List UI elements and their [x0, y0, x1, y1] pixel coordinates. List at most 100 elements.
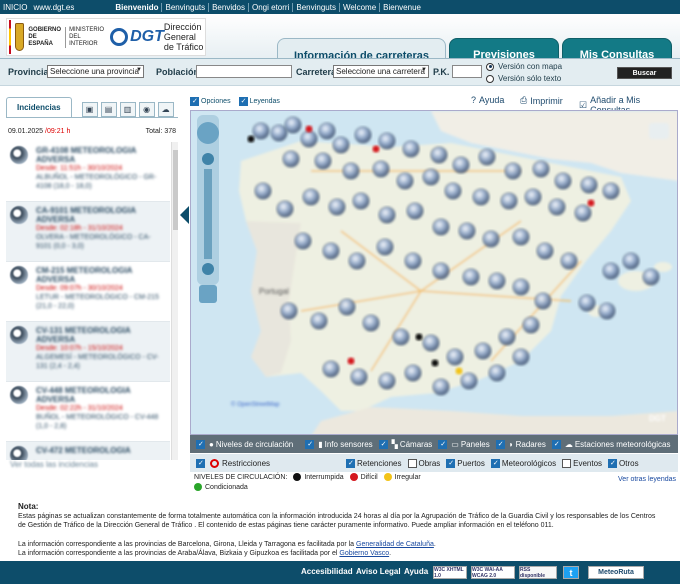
lang-eu[interactable]: Ongi etorri	[249, 2, 294, 12]
lang-es[interactable]: Bienvenido	[112, 2, 163, 12]
meteorologicos-checkbox[interactable]	[490, 458, 500, 468]
incident-marker-icon[interactable]	[354, 126, 372, 144]
list-scrollbar[interactable]	[171, 142, 178, 460]
accesibilidad-link[interactable]: Accesibilidad	[301, 567, 353, 576]
incident-marker-icon[interactable]	[452, 156, 470, 174]
zoom-slider[interactable]	[204, 169, 212, 259]
incident-marker-icon[interactable]	[432, 378, 450, 396]
incident-marker-icon[interactable]	[348, 252, 366, 270]
leyendas-checkbox[interactable]	[238, 97, 248, 106]
incident-marker-icon[interactable]	[302, 188, 320, 206]
w3c-xhtml-badge[interactable]: W3C XHTML 1.0	[433, 566, 467, 579]
incident-marker-icon[interactable]	[430, 146, 448, 164]
incident-marker-icon[interactable]	[462, 268, 480, 286]
inicio-link[interactable]: INICIO	[0, 3, 27, 12]
retenciones-checkbox[interactable]	[346, 458, 356, 468]
map[interactable]: Portugal © OpenStreetMap DGT	[190, 110, 678, 435]
incident-marker-icon[interactable]	[294, 232, 312, 250]
traffic-level-marker-icon[interactable]	[372, 145, 380, 153]
estaciones-toggle[interactable]: ☁Estaciones meteorológicas	[551, 439, 670, 449]
incident-marker-icon[interactable]	[460, 372, 478, 390]
incident-marker-icon[interactable]	[362, 314, 380, 332]
poblacion-input[interactable]	[196, 65, 292, 78]
incident-marker-icon[interactable]	[580, 176, 598, 194]
provincia-select[interactable]: Seleccione una provincia	[47, 65, 144, 78]
incident-marker-icon[interactable]	[522, 316, 540, 334]
twitter-icon[interactable]: t	[563, 566, 579, 579]
retenciones-toggle[interactable]: Retenciones	[346, 458, 402, 468]
zoom-out-icon[interactable]	[202, 263, 214, 275]
lang-va[interactable]: Benvinguts	[293, 2, 340, 12]
incident-marker-icon[interactable]	[300, 130, 318, 148]
sign-tab-icon[interactable]: ▥	[119, 102, 136, 117]
ver-todas-link[interactable]: Ver todas las incidencias	[10, 460, 98, 469]
generalidad-cataluna-link[interactable]: Generalidad de Cataluña	[356, 541, 434, 548]
incident-marker-icon[interactable]	[338, 298, 356, 316]
meteorologicos-toggle[interactable]: Meteorológicos	[490, 458, 556, 468]
ayuda-link[interactable]: ? Ayuda	[471, 95, 504, 105]
incident-marker-icon[interactable]	[498, 328, 516, 346]
traffic-level-marker-icon[interactable]	[587, 199, 595, 207]
incident-marker-icon[interactable]	[406, 202, 424, 220]
list-item[interactable]: CV-472 METEOROLOGIA	[6, 442, 170, 460]
aviso-legal-link[interactable]: Aviso Legal	[356, 567, 401, 576]
lang-gl[interactable]: Benvidos	[209, 2, 249, 12]
traffic-level-marker-icon[interactable]	[347, 357, 355, 365]
incident-marker-icon[interactable]	[446, 348, 464, 366]
restricciones-toggle[interactable]: Restricciones	[196, 458, 270, 468]
incident-marker-icon[interactable]	[574, 204, 592, 222]
incident-marker-icon[interactable]	[444, 182, 462, 200]
pk-input[interactable]	[452, 65, 482, 78]
incident-marker-icon[interactable]	[350, 368, 368, 386]
paneles-toggle[interactable]: ▭Paneles	[438, 439, 490, 449]
incident-marker-icon[interactable]	[554, 172, 572, 190]
zoom-area-icon[interactable]	[199, 285, 217, 303]
incident-marker-icon[interactable]	[488, 272, 506, 290]
incident-marker-icon[interactable]	[622, 252, 640, 270]
incident-marker-icon[interactable]	[458, 222, 476, 240]
incident-marker-icon[interactable]	[504, 162, 522, 180]
incident-marker-icon[interactable]	[432, 262, 450, 280]
radares-toggle[interactable]: ◗Radares	[495, 439, 546, 449]
incident-marker-icon[interactable]	[318, 122, 336, 140]
gobierno-vasco-link[interactable]: Gobierno Vasco	[339, 550, 389, 557]
puertos-checkbox[interactable]	[446, 458, 456, 468]
incident-marker-icon[interactable]	[328, 198, 346, 216]
logo-bar[interactable]: GOBIERNO DE ESPAÑA MINISTERIO DEL INTERI…	[6, 18, 206, 56]
collapse-panel-icon[interactable]	[180, 206, 189, 224]
incident-marker-icon[interactable]	[280, 302, 298, 320]
incident-marker-icon[interactable]	[472, 188, 490, 206]
incident-marker-icon[interactable]	[392, 328, 410, 346]
incident-marker-icon[interactable]	[322, 360, 340, 378]
ver-otras-leyendas-link[interactable]: Ver otras leyendas	[618, 475, 676, 485]
incident-marker-icon[interactable]	[342, 162, 360, 180]
radio-version-mapa[interactable]: Versión con mapa	[486, 62, 562, 71]
incident-marker-icon[interactable]	[602, 262, 620, 280]
map-canvas[interactable]: Portugal © OpenStreetMap DGT	[191, 111, 678, 435]
incident-marker-icon[interactable]	[352, 192, 370, 210]
incident-marker-icon[interactable]	[310, 312, 328, 330]
list-item[interactable]: GR-4108 METEOROLOGIA ADVERSA Desde: 11:51…	[6, 142, 170, 202]
traffic-level-marker-icon[interactable]	[415, 333, 423, 341]
incident-marker-icon[interactable]	[404, 252, 422, 270]
scrollbar-thumb[interactable]	[173, 150, 178, 230]
incident-marker-icon[interactable]	[488, 364, 506, 382]
meteoruta-badge[interactable]: MeteoRuta	[588, 566, 644, 579]
paneles-checkbox[interactable]	[438, 439, 448, 449]
incident-marker-icon[interactable]	[282, 150, 300, 168]
traffic-level-marker-icon[interactable]	[305, 125, 313, 133]
incident-marker-icon[interactable]	[474, 342, 492, 360]
incident-marker-icon[interactable]	[270, 124, 288, 142]
list-item[interactable]: CA-9101 METEOROLOGIA ADVERSA Desde: 02:18…	[6, 202, 170, 262]
incident-marker-icon[interactable]	[500, 192, 518, 210]
incident-marker-icon[interactable]	[314, 152, 332, 170]
niveles-checkbox[interactable]	[196, 439, 205, 449]
incident-marker-icon[interactable]	[482, 230, 500, 248]
incident-marker-icon[interactable]	[378, 132, 396, 150]
estaciones-checkbox[interactable]	[551, 439, 561, 449]
sensores-checkbox[interactable]	[305, 439, 315, 449]
imprimir-link[interactable]: ⎙ Imprimir	[520, 95, 563, 106]
sensores-toggle[interactable]: ▮Info sensores	[305, 439, 373, 449]
lang-en[interactable]: Welcome	[340, 2, 381, 12]
weather-tab-icon[interactable]: ☁	[157, 102, 174, 117]
